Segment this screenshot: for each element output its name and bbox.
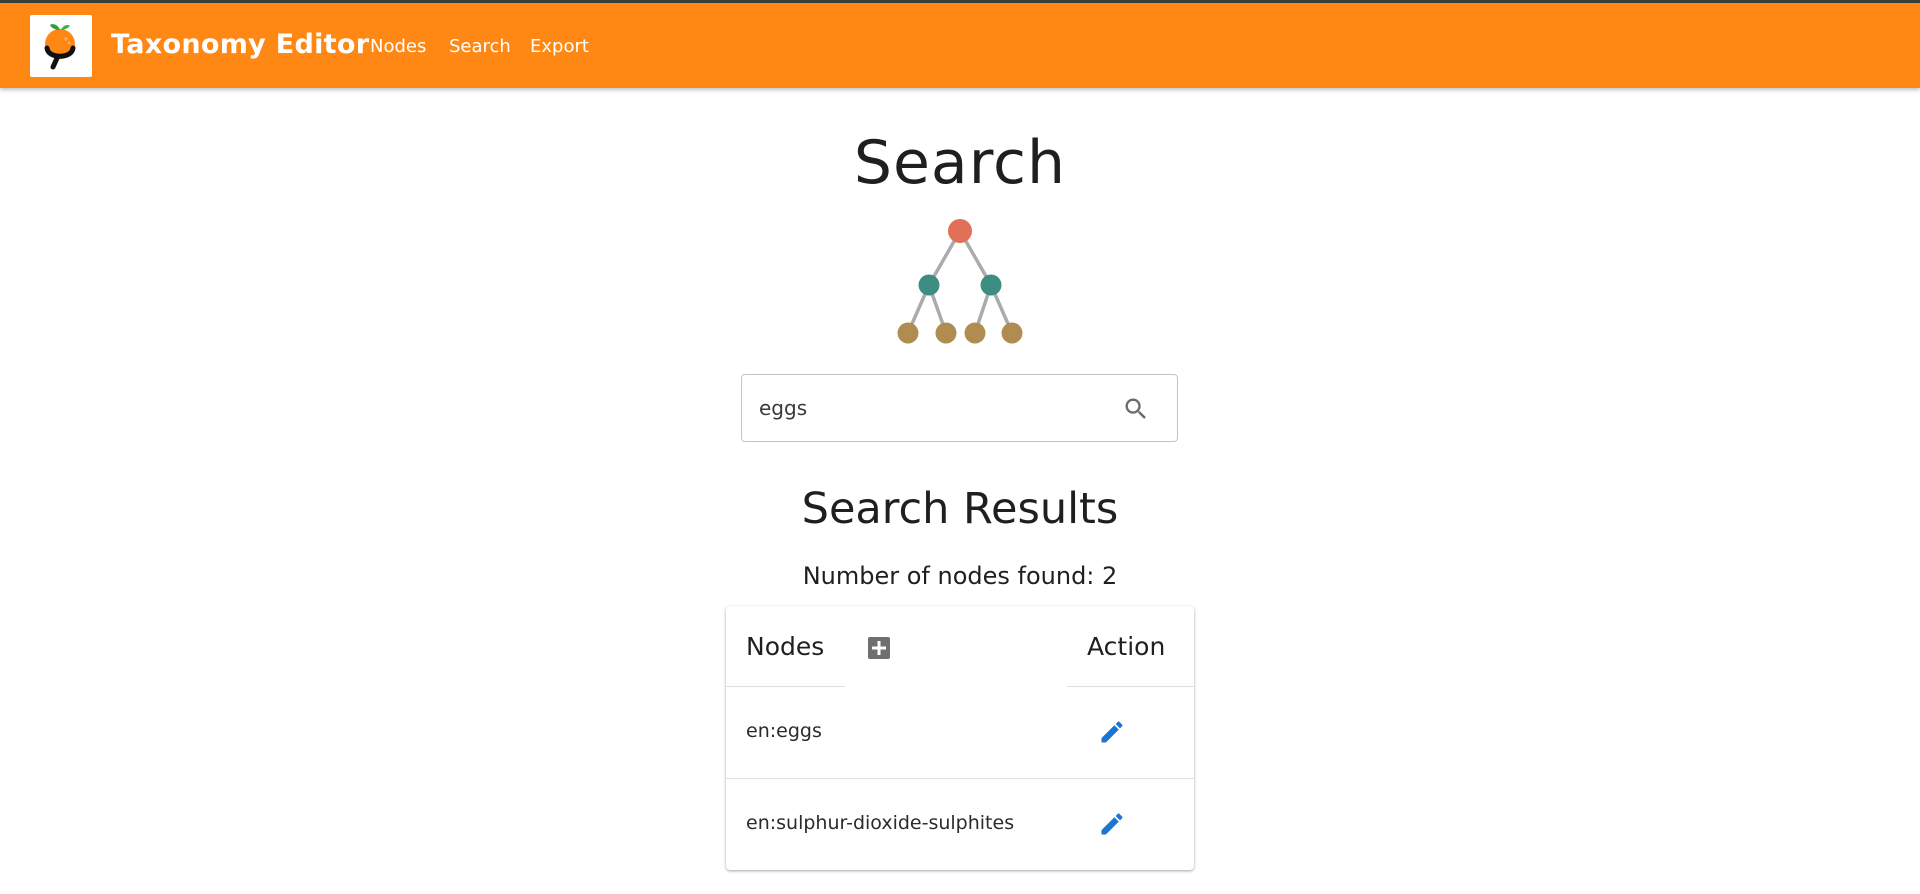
top-app-bar: Taxonomy Editor Nodes Search Export: [0, 0, 1920, 88]
edit-pencil-icon[interactable]: [1098, 810, 1126, 838]
node-id-cell: en:eggs: [746, 720, 822, 742]
edit-pencil-icon[interactable]: [1098, 718, 1126, 746]
app-title[interactable]: Taxonomy Editor: [111, 29, 369, 60]
nav-link-search[interactable]: Search: [449, 36, 511, 57]
page-title: Search: [853, 128, 1067, 198]
search-input[interactable]: [759, 393, 1119, 423]
tree-diagram-icon: [890, 215, 1030, 349]
app-logo-icon[interactable]: [30, 15, 92, 77]
search-icon[interactable]: [1122, 395, 1150, 423]
column-header-nodes: Nodes: [746, 632, 825, 661]
table-row: en:sulphur-dioxide-sulphites: [726, 779, 1194, 870]
nav-link-export[interactable]: Export: [530, 36, 589, 57]
results-count: Number of nodes found: 2: [802, 562, 1118, 590]
nav-link-nodes[interactable]: Nodes: [370, 36, 426, 57]
column-header-action: Action: [1087, 632, 1166, 661]
add-box-icon[interactable]: [867, 636, 891, 660]
table-row: en:eggs: [726, 687, 1194, 778]
results-table: Nodes Action en:eggs en:sulphur-dioxide-…: [726, 606, 1194, 870]
node-id-cell: en:sulphur-dioxide-sulphites: [746, 812, 1015, 834]
search-field[interactable]: [741, 374, 1178, 442]
results-heading: Search Results: [801, 484, 1119, 534]
